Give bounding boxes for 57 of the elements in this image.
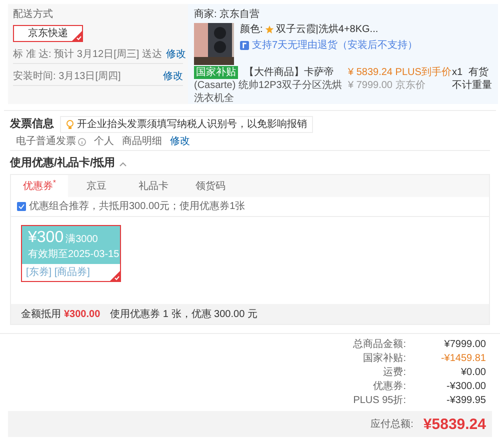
summary-label: 国家补贴: (363, 352, 406, 364)
summary-label: 总商品金额: (353, 338, 406, 350)
recommend-label: 优惠组合推荐，共抵用300.00元；使用优惠券1张 (29, 200, 246, 213)
discount-tab[interactable]: 礼品卡 (125, 175, 182, 197)
discount-tab[interactable]: 领货码 (182, 175, 239, 197)
service-text: 支持7天无理由退货（安装后不支持） (252, 39, 418, 52)
star-icon (264, 25, 274, 34)
product-title: 【大件商品】卡萨帝 (244, 66, 334, 79)
check-corner-icon (72, 31, 82, 41)
recommend-checkbox[interactable] (17, 202, 26, 211)
coupon-tags: [东券] [商品券] (26, 266, 90, 279)
modify-link[interactable]: 修改 (166, 48, 186, 60)
discount-toggle[interactable]: 使用优惠/礼品卡/抵用 (10, 157, 128, 170)
seller-label: 商家: 京东自营 (194, 9, 260, 20)
weight-label: 不计重量 (452, 79, 492, 92)
original-price: ¥ 7999.00 京东价 (348, 79, 426, 92)
footer-label: 金额抵用 (21, 308, 61, 320)
color-label: 颜色: (240, 23, 263, 36)
section-title: 发票信息 (10, 118, 54, 131)
summary-value: -¥399.95 (446, 394, 486, 406)
modify-link[interactable]: 修改 (170, 135, 190, 148)
summary-value: -¥300.00 (446, 380, 486, 392)
coupon-amount: ¥300 (28, 228, 64, 248)
info-icon (78, 138, 86, 146)
discount-tab[interactable]: 优惠券$^{*}$ (11, 175, 68, 197)
quantity: x1 (452, 66, 463, 79)
lightbulb-icon (66, 120, 74, 130)
summary-label: PLUS 95折: (353, 394, 406, 406)
stock-status: 有货 (468, 66, 489, 79)
service-icon (240, 41, 249, 50)
total-label: 应付总额: (370, 418, 414, 430)
plus-price: ¥ 5839.24 PLUS到手价 (348, 66, 452, 79)
tip-text: 开企业抬头发票须填写纳税人识别号，以免影响报销 (77, 118, 307, 131)
section-title: 配送方式 (13, 8, 54, 21)
invoice-type: 电子普通发票 (16, 135, 76, 148)
summary-value: -¥1459.81 (440, 352, 486, 364)
summary-label: 运费: (383, 366, 406, 378)
product-title: (Casarte) 统帅12P3双子分区洗烘洗衣机全 (194, 79, 343, 105)
shipping-option[interactable]: 京东快递 (13, 25, 83, 42)
summary-value: ¥0.00 (460, 366, 486, 378)
coupon-condition: 满3000 (66, 233, 98, 246)
summary-value: ¥7999.00 (443, 338, 486, 350)
modify-link[interactable]: 修改 (163, 70, 183, 82)
total-amount: ¥5839.24 (423, 418, 486, 430)
delivery-info: 安装时间: 3月13日[周四] (13, 70, 121, 82)
footer-note: 使用优惠券 1 张，优惠 300.00 元 (110, 308, 258, 320)
footer-amount: ¥300.00 (64, 308, 100, 320)
discount-tab[interactable]: 京豆 (68, 175, 125, 197)
invoice-person: 个人 (94, 135, 114, 148)
coupon-expiry: 有效期至2025-03-15 (28, 249, 120, 260)
delivery-info: 标 准 达: 预计 3月12日[周三] 送达 (13, 48, 162, 60)
chevron-icon (119, 160, 128, 166)
invoice-content: 商品明细 (122, 135, 162, 148)
summary-label: 优惠券: (373, 380, 406, 392)
color-value: 双子云霞|洗烘4+8KG... (276, 23, 378, 36)
subsidy-badge: 国家补贴 (194, 66, 238, 79)
check-corner-icon (110, 271, 120, 281)
